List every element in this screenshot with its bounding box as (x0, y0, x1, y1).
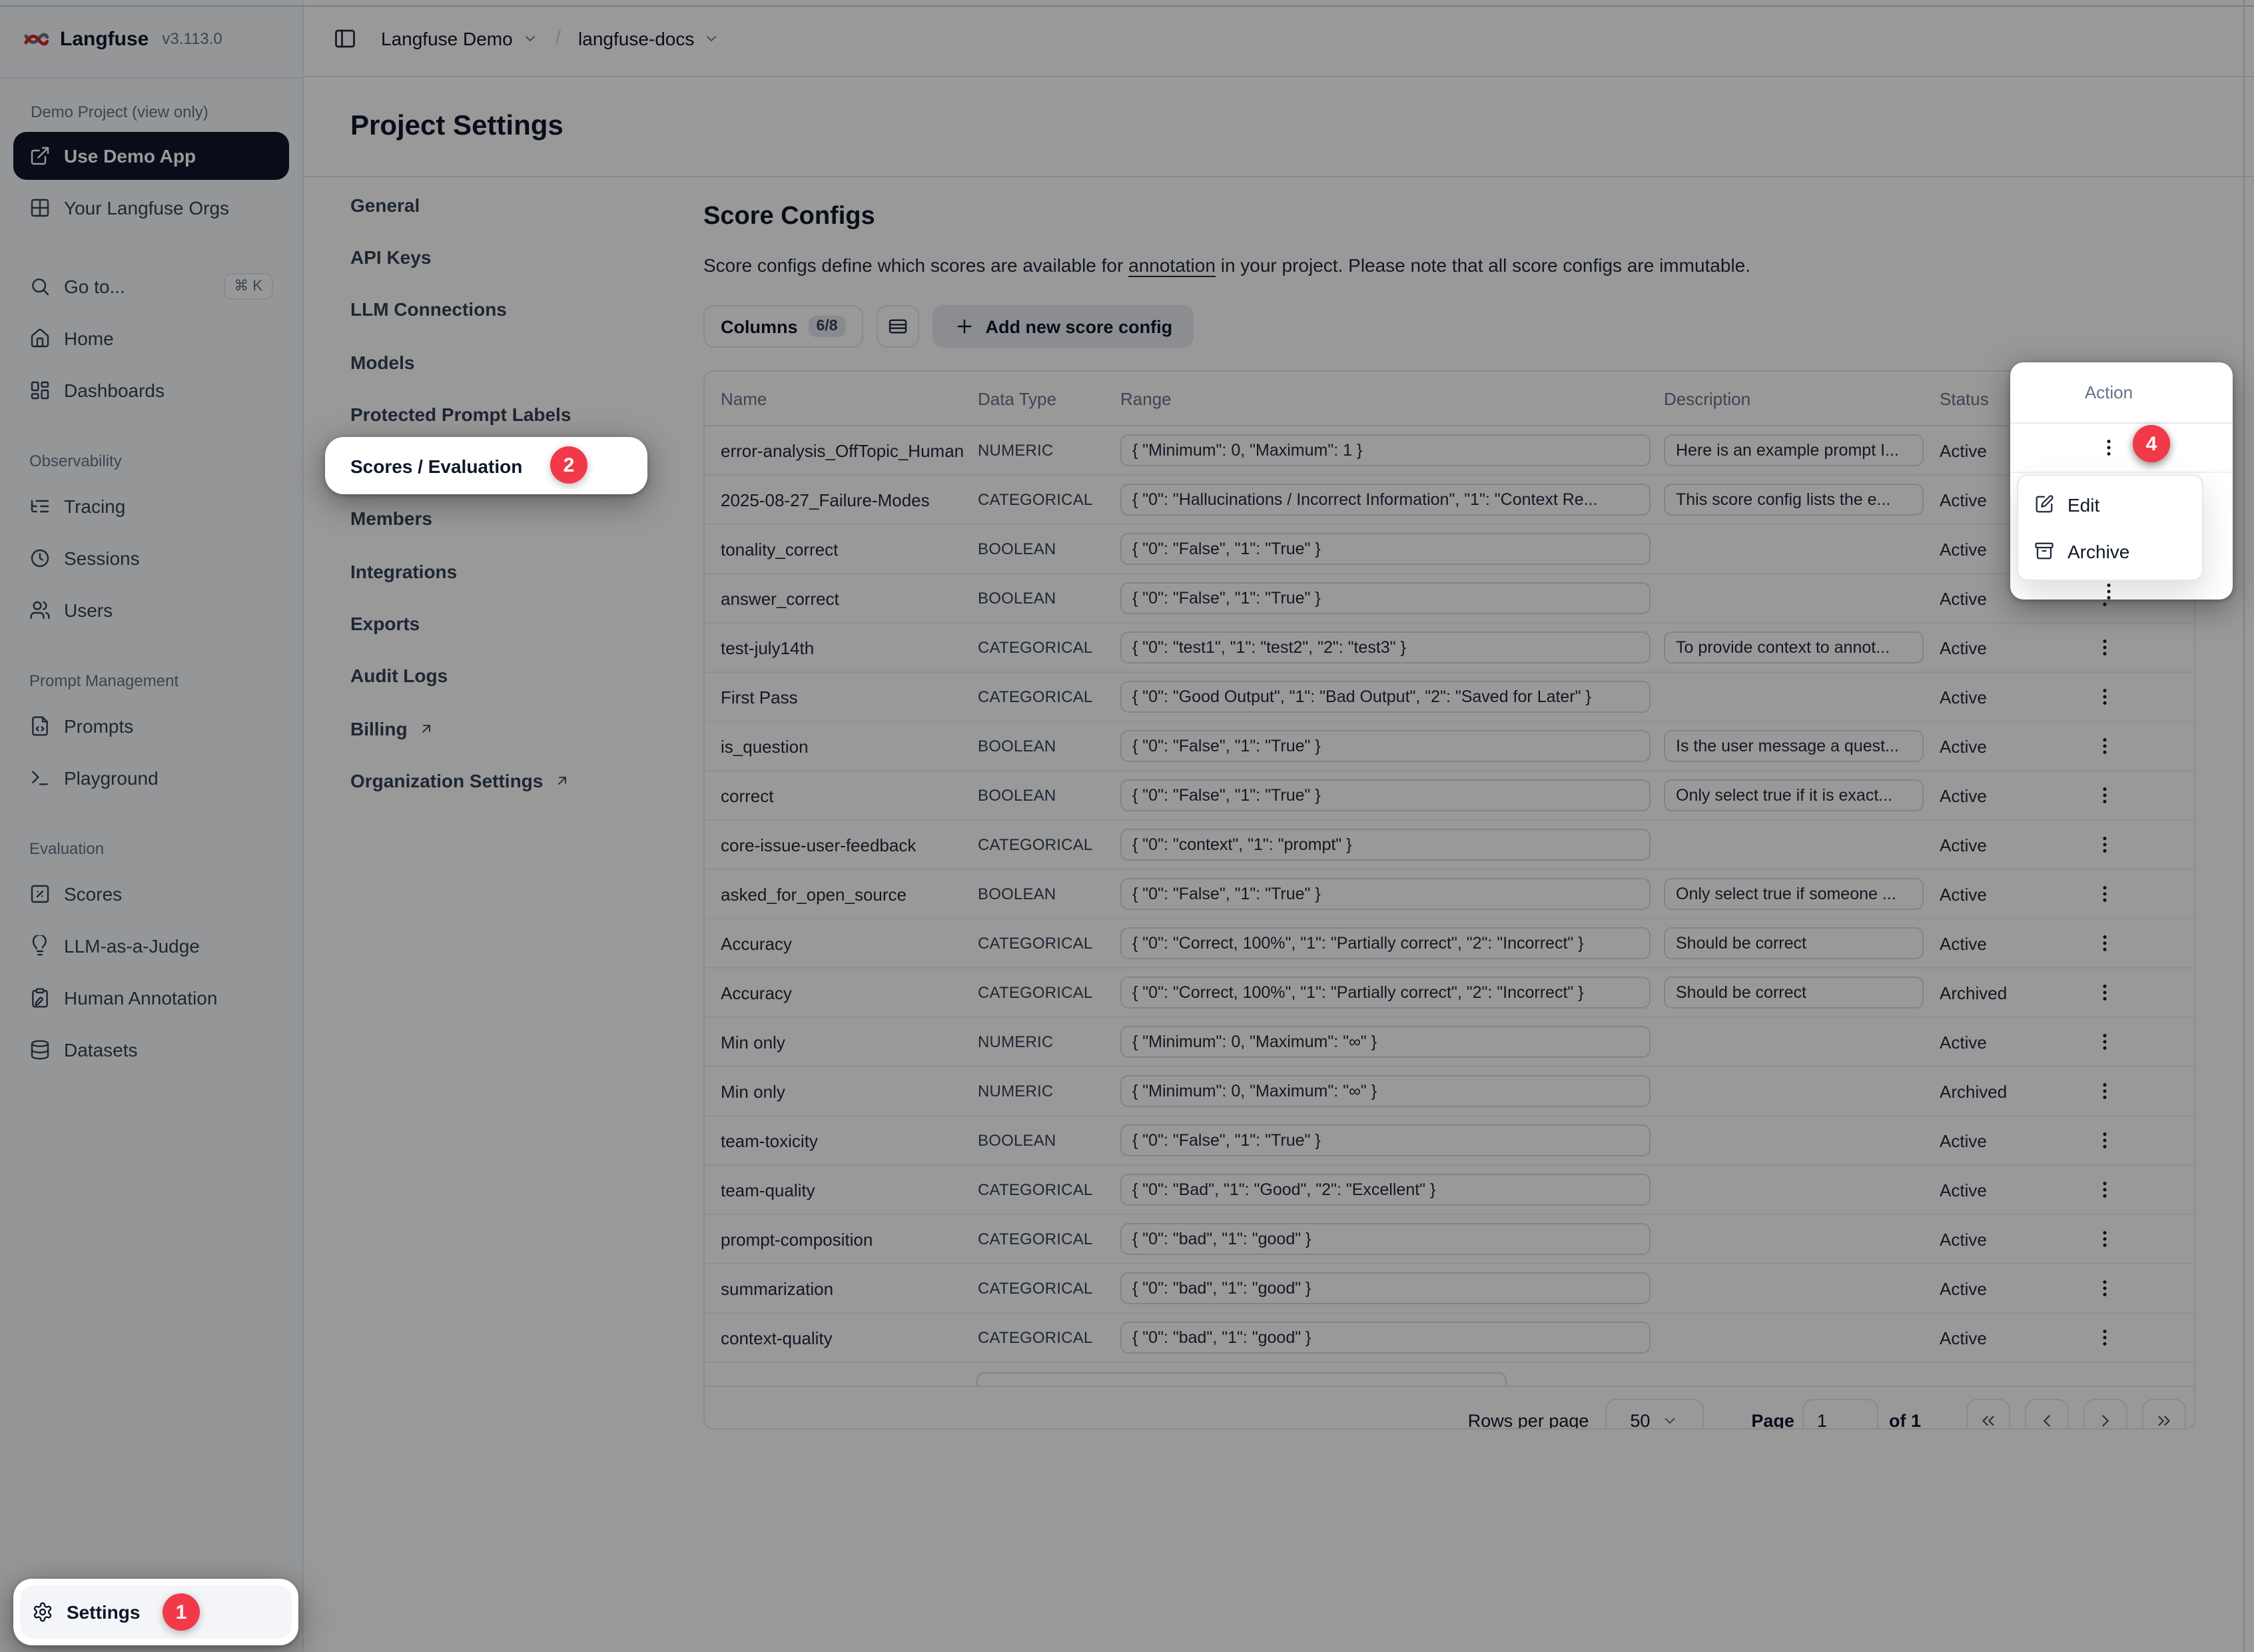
menu-item-edit[interactable]: Edit (2018, 481, 2202, 528)
menu-item-archive[interactable]: Archive (2018, 528, 2202, 574)
kebab-icon (2098, 581, 2119, 600)
tutorial-dim-overlay (0, 0, 2254, 1652)
callout-badge-4: 4 (2133, 425, 2170, 462)
archive-icon (2034, 541, 2054, 561)
gear-icon (32, 1601, 53, 1623)
callout-badge-1: 1 (163, 1593, 200, 1631)
settings-nav-scores-evaluation-active[interactable]: Scores / Evaluation 2 (325, 437, 647, 494)
action-column-spotlight: Action 3 Edit Archive 4 (2010, 362, 2233, 600)
row-actions-cell (2010, 424, 2233, 473)
action-column-header: Action (2010, 362, 2233, 424)
kebab-icon (2098, 437, 2119, 458)
edit-icon (2034, 494, 2054, 514)
app-window: Langfuse v3.113.0 Demo Project (view onl… (0, 0, 2254, 1652)
row-actions-menu: Edit Archive (2017, 474, 2203, 581)
callout-badge-2: 2 (550, 446, 587, 484)
row-actions-button[interactable] (2093, 432, 2125, 464)
sidebar-item-settings[interactable]: Settings 1 (13, 1579, 298, 1645)
